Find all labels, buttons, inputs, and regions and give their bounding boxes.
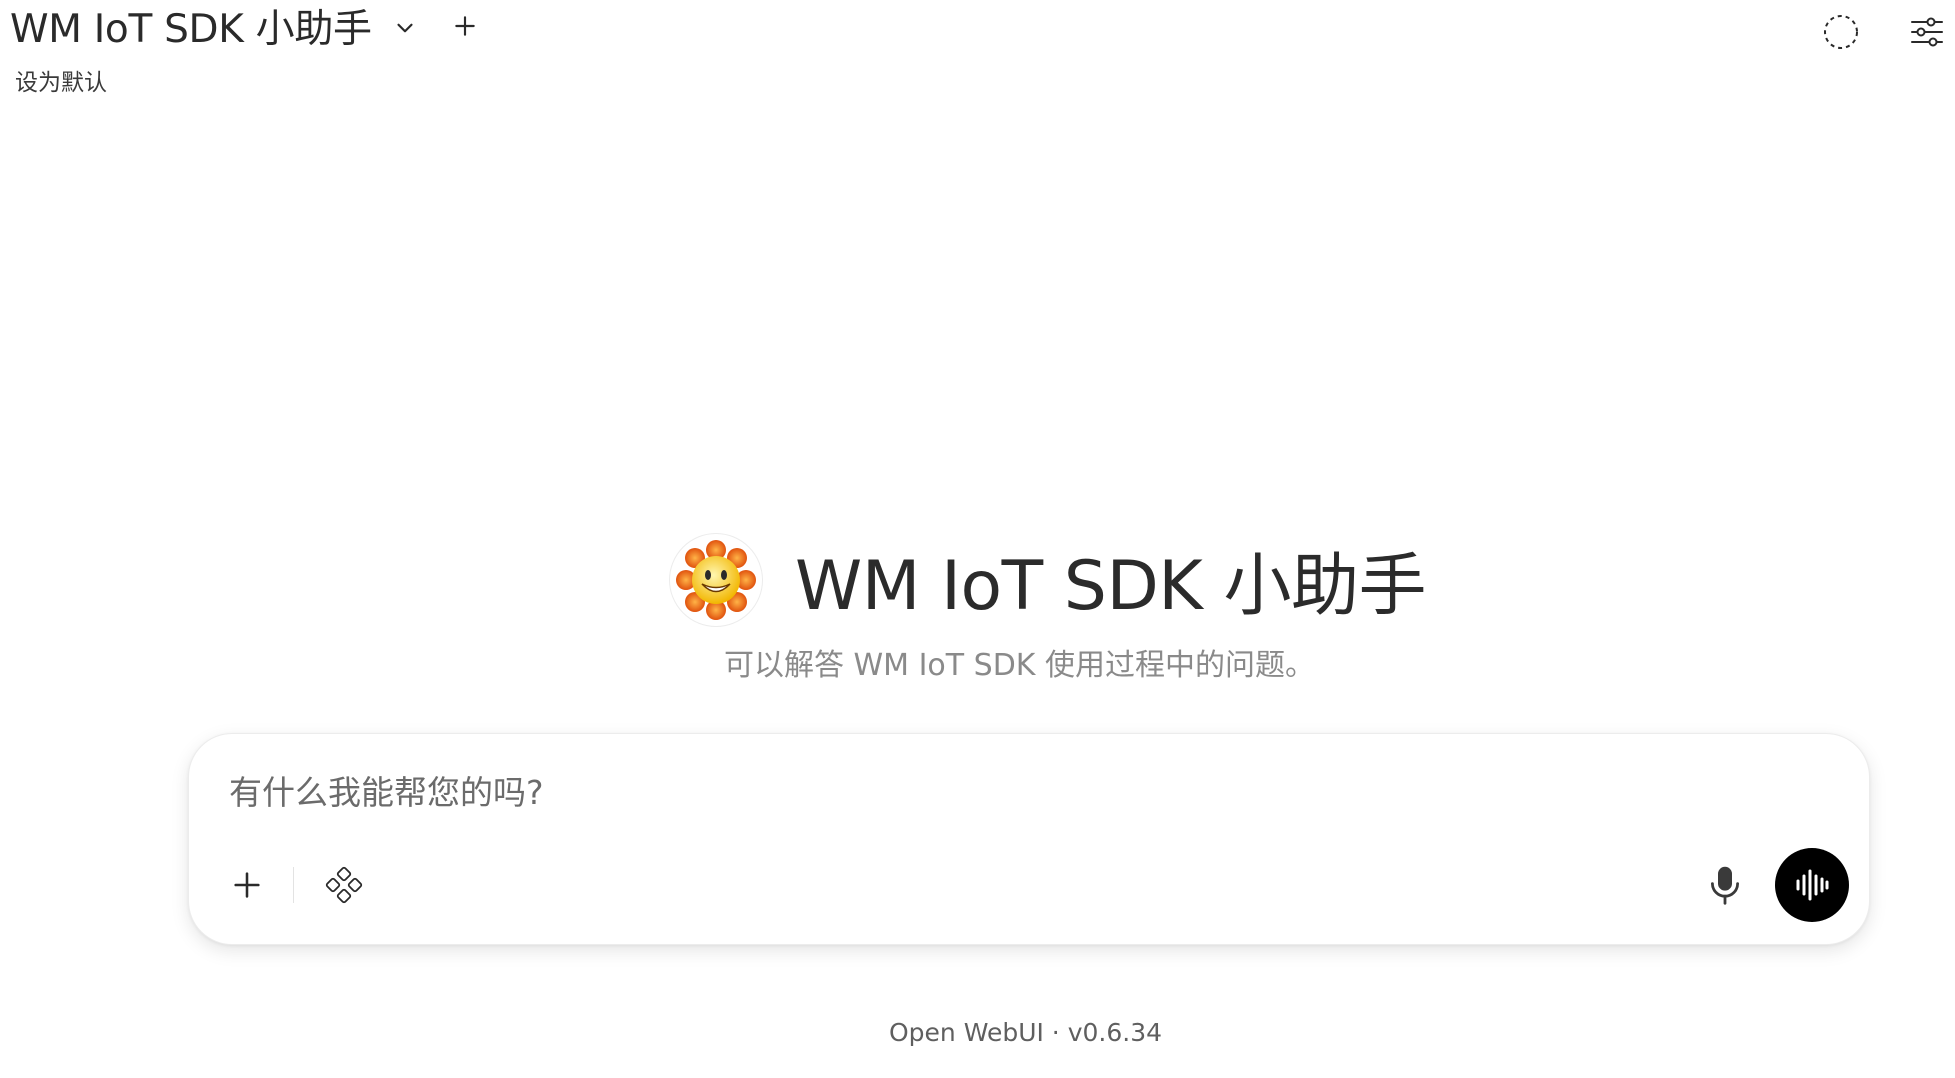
dictate-button[interactable]: [1701, 861, 1749, 909]
controls-button[interactable]: [1905, 10, 1949, 54]
plus-icon: [234, 872, 260, 898]
set-default-button[interactable]: 设为默认: [15, 63, 107, 97]
add-model-plus-icon[interactable]: [452, 13, 478, 39]
integrations-button[interactable]: [320, 861, 368, 909]
model-hero: WM IoT SDK 小助手: [70, 530, 1955, 629]
microphone-icon: [1711, 866, 1740, 905]
version-footer: Open WebUI · v0.6.34: [888, 1018, 1163, 1047]
model-avatar: [668, 532, 763, 627]
header-actions: [1819, 10, 1955, 54]
waveform-icon: [1796, 869, 1829, 901]
attach-button[interactable]: [223, 861, 271, 909]
toolbar-divider: [293, 867, 294, 903]
model-selector: WM IoT SDK 小助手: [10, 0, 478, 52]
dashed-circle-icon: [1824, 15, 1858, 49]
model-description: 可以解答 WM IoT SDK 使用过程中的问题。: [723, 648, 1316, 683]
chevron-down-icon[interactable]: [392, 15, 418, 41]
model-title: WM IoT SDK 小助手: [794, 547, 1427, 626]
temporary-chat-button[interactable]: [1819, 10, 1863, 54]
chat-page: WM IoT SDK 小助手 设为默认 WM IoT SDK 小助手 可以解答 …: [0, 0, 1955, 1078]
sliders-icon: [1911, 17, 1943, 47]
model-name[interactable]: WM IoT SDK 小助手: [10, 0, 372, 54]
composer-toolbar: [223, 848, 1849, 922]
voice-mode-button[interactable]: [1775, 848, 1849, 922]
integrations-icon: [325, 866, 363, 904]
message-composer: [188, 733, 1870, 945]
message-input[interactable]: [227, 772, 1631, 813]
sun-smiley-icon: [675, 539, 756, 620]
